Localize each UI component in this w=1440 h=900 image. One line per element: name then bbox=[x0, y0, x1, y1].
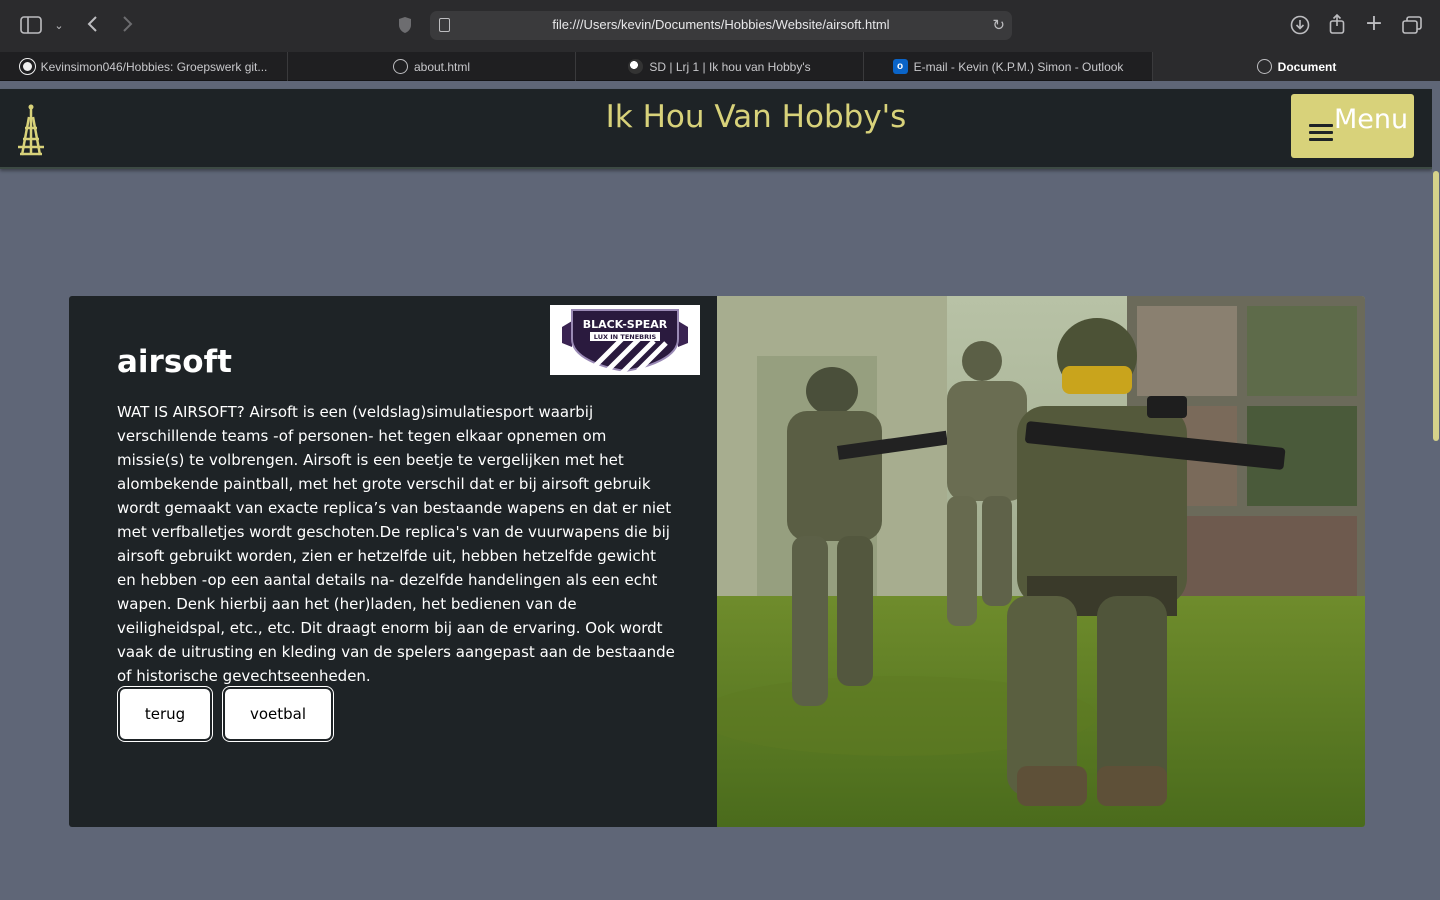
new-tab-plus-icon[interactable]: + bbox=[1364, 13, 1384, 35]
address-url[interactable]: file:///Users/kevin/Documents/Hobbies/We… bbox=[430, 17, 1012, 32]
airsoft-players-photo bbox=[717, 296, 1365, 827]
tab-label: Kevinsimon046/Hobbies: Groepswerk git... bbox=[40, 59, 268, 74]
web-page: Ik Hou Van Hobby's Menu BLACK-SPEAR LUX … bbox=[0, 81, 1440, 900]
compass-icon bbox=[392, 59, 408, 74]
tab-label: about.html bbox=[413, 59, 471, 74]
github-icon bbox=[19, 59, 35, 74]
black-spear-badge: BLACK-SPEAR LUX IN TENEBRIS bbox=[550, 305, 700, 377]
tab-outlook[interactable]: o E-mail - Kevin (K.P.M.) Simon - Outloo… bbox=[864, 52, 1153, 81]
browser-toolbar: ⌄ file:///Users/kevin/Documents/Hobbies/… bbox=[0, 0, 1440, 52]
tab-label: SD | Lrj 1 | Ik hou van Hobby's bbox=[649, 59, 811, 74]
site-header: Ik Hou Van Hobby's Menu bbox=[0, 89, 1432, 169]
tab-bar: Kevinsimon046/Hobbies: Groepswerk git...… bbox=[0, 52, 1440, 81]
tab-overview-icon[interactable] bbox=[1402, 16, 1422, 39]
badge-motto: LUX IN TENEBRIS bbox=[594, 333, 657, 341]
card-description: WAT IS AIRSOFT? Airsoft is een (veldslag… bbox=[117, 403, 675, 685]
tab-document[interactable]: Document bbox=[1153, 52, 1440, 81]
compass-icon bbox=[1256, 59, 1272, 74]
chevron-down-icon[interactable]: ⌄ bbox=[52, 16, 66, 36]
tab-label: E-mail - Kevin (K.P.M.) Simon - Outlook bbox=[913, 59, 1124, 74]
address-bar[interactable]: file:///Users/kevin/Documents/Hobbies/We… bbox=[430, 11, 1012, 40]
reload-icon[interactable]: ↻ bbox=[992, 16, 1005, 34]
tab-github[interactable]: Kevinsimon046/Hobbies: Groepswerk git... bbox=[0, 52, 288, 81]
menu-label: Menu bbox=[1334, 104, 1409, 135]
card-text-panel: BLACK-SPEAR LUX IN TENEBRIS airsoft WAT … bbox=[69, 296, 717, 827]
share-icon[interactable] bbox=[1328, 13, 1346, 39]
badge-title: BLACK-SPEAR bbox=[583, 318, 668, 331]
airsoft-card: BLACK-SPEAR LUX IN TENEBRIS airsoft WAT … bbox=[69, 296, 1365, 827]
site-icon bbox=[628, 59, 644, 74]
hamburger-icon bbox=[1309, 124, 1333, 142]
privacy-shield-icon[interactable] bbox=[397, 16, 413, 39]
forward-arrow-icon[interactable] bbox=[118, 15, 138, 38]
downloads-icon[interactable] bbox=[1290, 15, 1310, 40]
back-button[interactable]: terug bbox=[118, 687, 212, 741]
outlook-icon: o bbox=[892, 59, 908, 74]
tab-about[interactable]: about.html bbox=[288, 52, 576, 81]
sidebar-toggle-icon[interactable] bbox=[20, 16, 42, 34]
football-button[interactable]: voetbal bbox=[223, 687, 333, 741]
site-title: Ik Hou Van Hobby's bbox=[605, 99, 907, 135]
page-scrollbar[interactable] bbox=[1432, 81, 1440, 900]
card-heading: airsoft bbox=[117, 344, 232, 380]
menu-button[interactable]: Menu bbox=[1291, 94, 1414, 158]
scroll-thumb[interactable] bbox=[1433, 171, 1439, 441]
back-arrow-icon[interactable] bbox=[82, 15, 102, 38]
tab-label: Document bbox=[1277, 59, 1337, 74]
tab-sd[interactable]: SD | Lrj 1 | Ik hou van Hobby's bbox=[576, 52, 864, 81]
